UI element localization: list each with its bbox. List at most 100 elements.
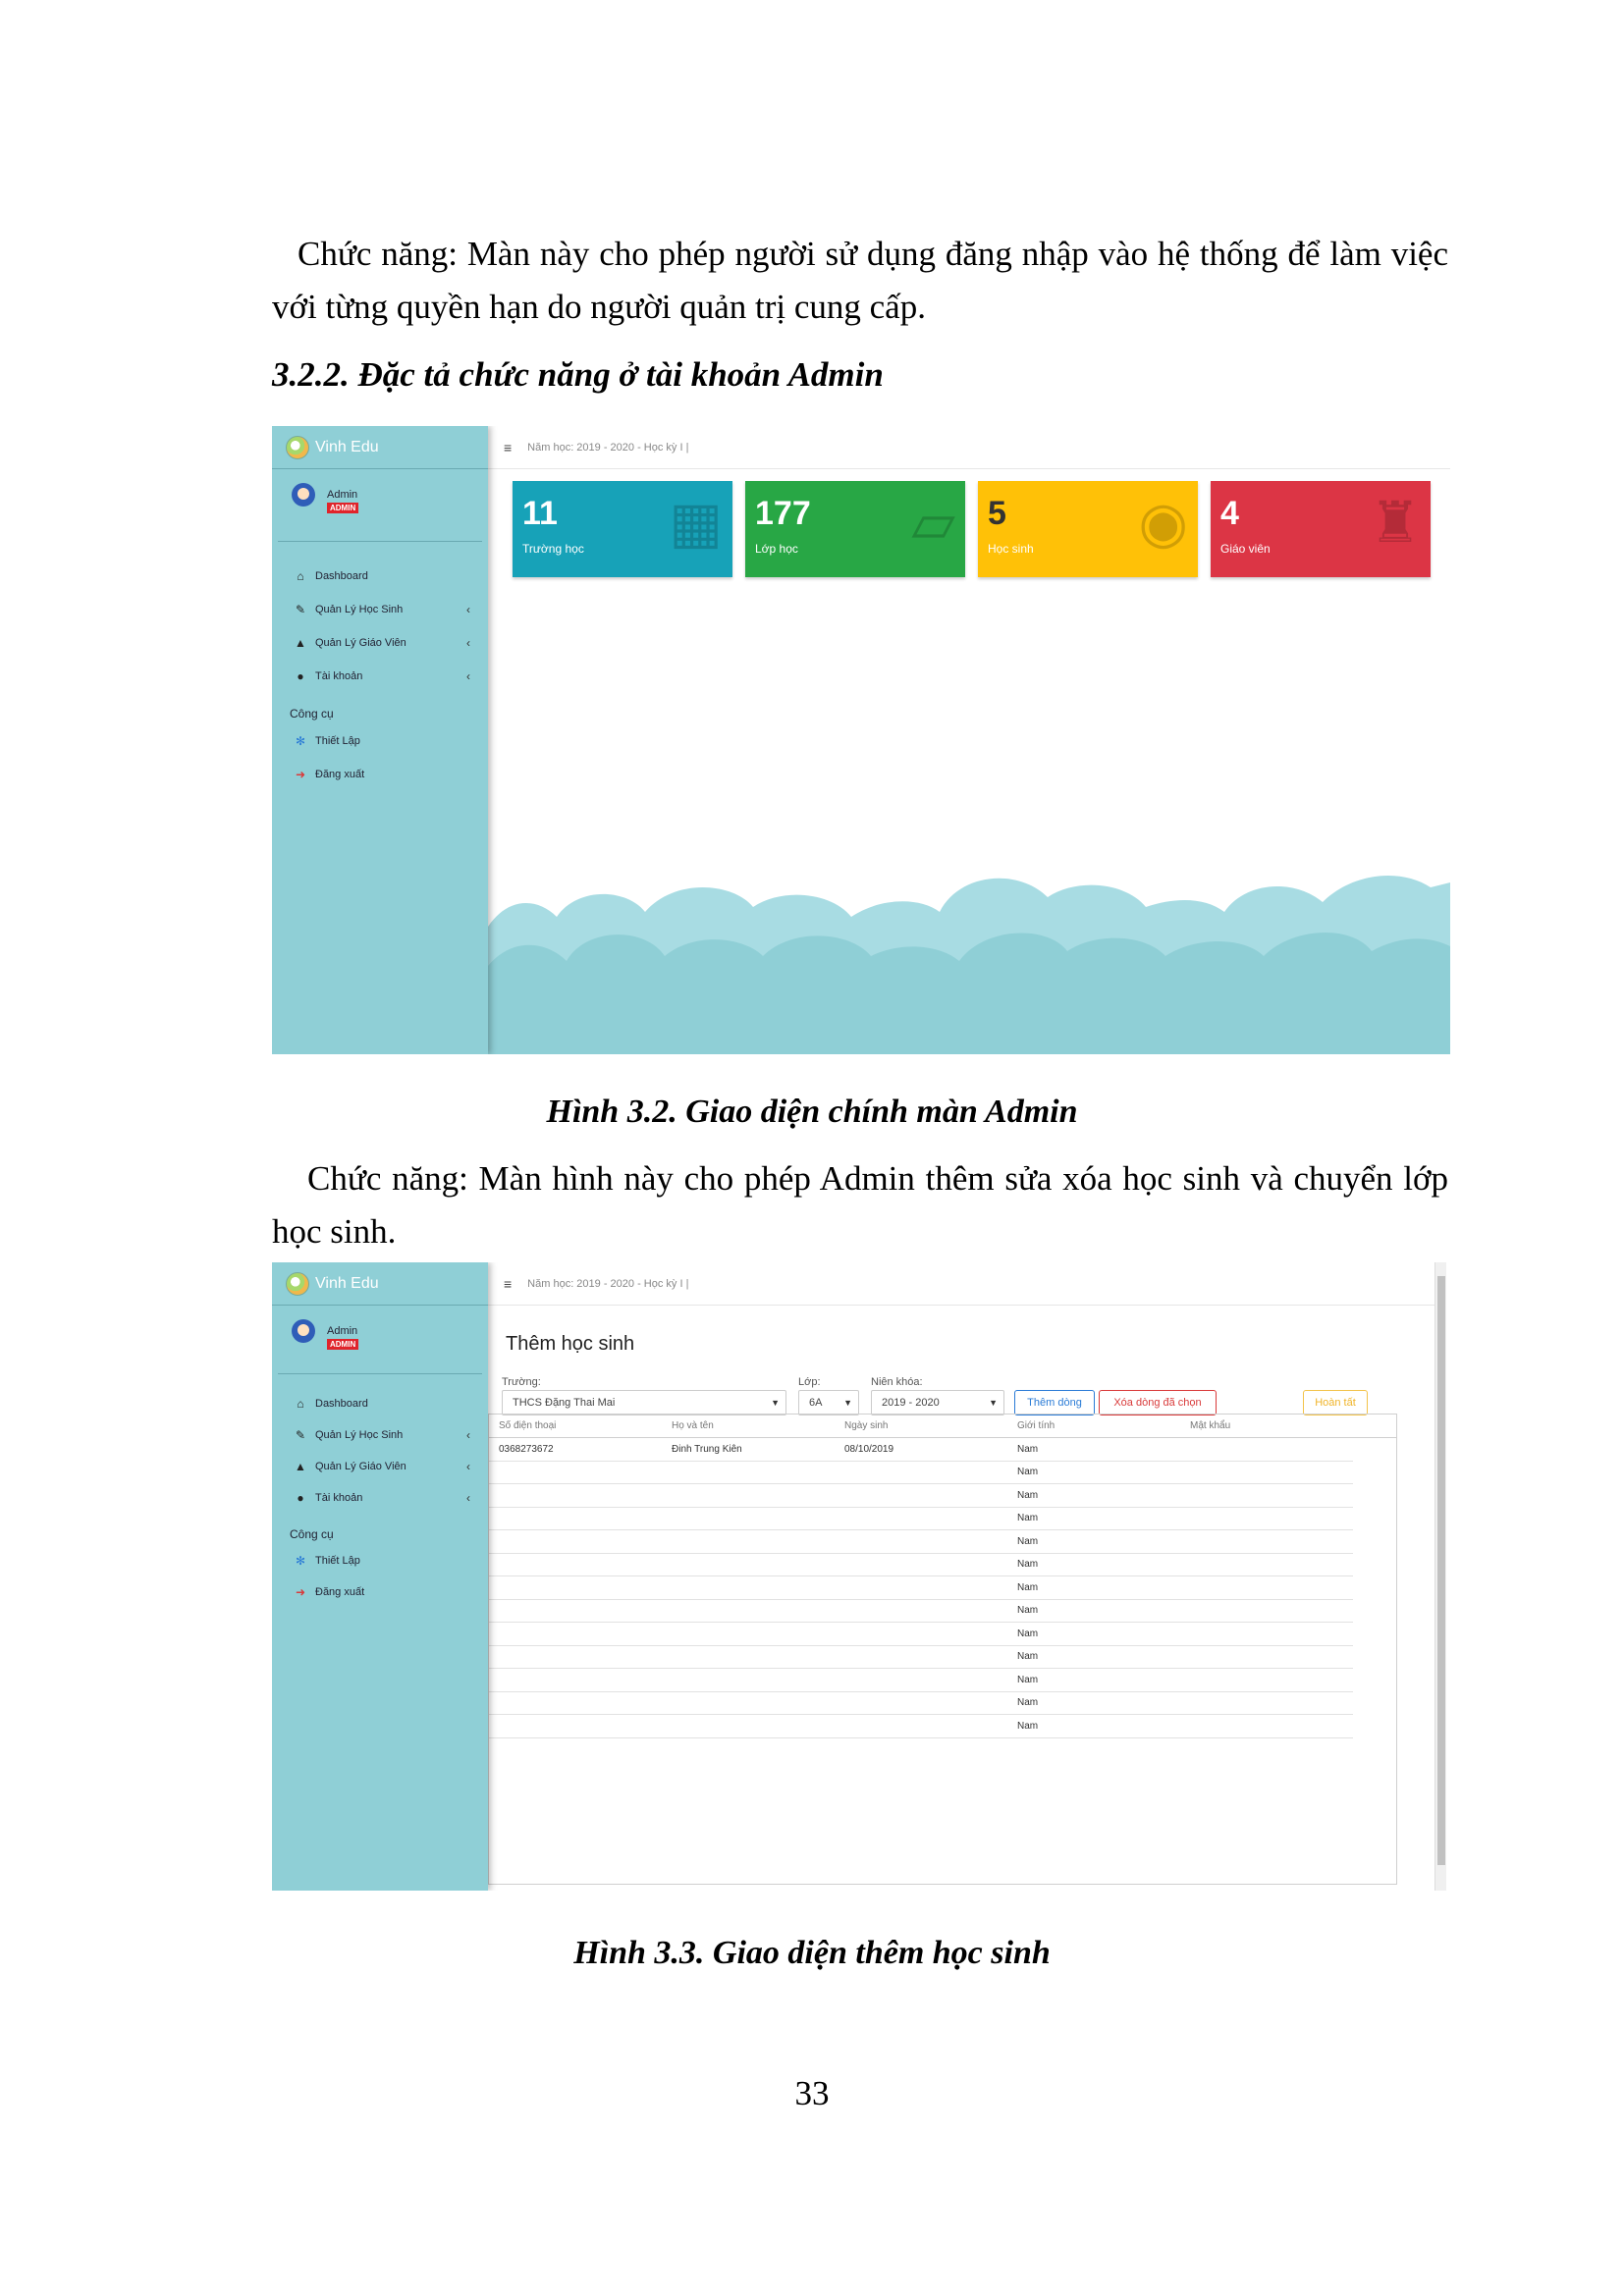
sidebar-item-students[interactable]: ✎ Quản Lý Học Sinh ‹: [272, 1419, 488, 1451]
sidebar-item-account[interactable]: ● Tài khoản ‹: [272, 660, 488, 693]
table-cell[interactable]: [835, 1623, 1007, 1645]
school-year-select[interactable]: 2019 - 2020 ▼: [871, 1390, 1004, 1415]
table-row[interactable]: Nam: [489, 1600, 1353, 1623]
table-cell[interactable]: Nam: [1007, 1576, 1180, 1599]
table-cell[interactable]: [489, 1646, 662, 1669]
table-cell[interactable]: [1180, 1600, 1353, 1623]
table-cell[interactable]: Nam: [1007, 1600, 1180, 1623]
table-cell[interactable]: [662, 1554, 835, 1576]
table-cell[interactable]: [1180, 1669, 1353, 1691]
sidebar-item-settings[interactable]: ✻ Thiết Lập: [272, 1545, 488, 1576]
stat-card-schools[interactable]: 11 Trường học ▦: [513, 481, 732, 577]
column-header[interactable]: Ngày sinh: [835, 1415, 1007, 1437]
column-header[interactable]: Mật khẩu: [1180, 1415, 1353, 1437]
table-cell[interactable]: Nam: [1007, 1508, 1180, 1530]
table-cell[interactable]: [489, 1484, 662, 1507]
table-cell[interactable]: [835, 1508, 1007, 1530]
table-cell[interactable]: Nam: [1007, 1623, 1180, 1645]
table-cell[interactable]: [1180, 1623, 1353, 1645]
delete-selected-rows-button[interactable]: Xóa dòng đã chọn: [1099, 1390, 1217, 1415]
table-cell[interactable]: [489, 1530, 662, 1553]
table-row[interactable]: Nam: [489, 1530, 1353, 1554]
sidebar-item-dashboard[interactable]: ⌂ Dashboard: [272, 1388, 488, 1419]
table-cell[interactable]: [1180, 1554, 1353, 1576]
table-cell[interactable]: [1180, 1692, 1353, 1715]
sidebar-item-teachers[interactable]: ▲ Quản Lý Giáo Viên ‹: [272, 626, 488, 660]
table-cell[interactable]: [835, 1462, 1007, 1484]
table-row[interactable]: Nam: [489, 1692, 1353, 1715]
table-cell[interactable]: Nam: [1007, 1462, 1180, 1484]
table-row[interactable]: Nam: [489, 1669, 1353, 1692]
menu-toggle-icon[interactable]: ≡: [504, 1276, 512, 1292]
table-cell[interactable]: [662, 1623, 835, 1645]
table-cell[interactable]: [662, 1600, 835, 1623]
table-cell[interactable]: Nam: [1007, 1715, 1180, 1737]
table-cell[interactable]: [1180, 1508, 1353, 1530]
table-row[interactable]: Nam: [489, 1623, 1353, 1646]
table-cell[interactable]: [835, 1692, 1007, 1715]
table-row[interactable]: Nam: [489, 1646, 1353, 1669]
table-cell[interactable]: [489, 1600, 662, 1623]
table-cell[interactable]: [835, 1554, 1007, 1576]
scrollbar-thumb[interactable]: [1437, 1276, 1445, 1865]
table-cell[interactable]: [662, 1669, 835, 1691]
table-cell[interactable]: [835, 1715, 1007, 1737]
column-header[interactable]: Số điện thoại: [489, 1415, 662, 1437]
table-cell[interactable]: [1180, 1462, 1353, 1484]
table-cell[interactable]: Đinh Trung Kiên: [662, 1438, 835, 1461]
table-cell[interactable]: Nam: [1007, 1530, 1180, 1553]
table-cell[interactable]: 08/10/2019: [835, 1438, 1007, 1461]
sidebar-item-settings[interactable]: ✻ Thiết Lập: [272, 724, 488, 758]
page-scrollbar[interactable]: [1435, 1262, 1446, 1891]
stat-card-students[interactable]: 5 Học sinh ◉: [978, 481, 1198, 577]
table-row[interactable]: Nam: [489, 1484, 1353, 1508]
sidebar-item-students[interactable]: ✎ Quản Lý Học Sinh ‹: [272, 593, 488, 626]
table-cell[interactable]: [489, 1715, 662, 1737]
brand[interactable]: Vinh Edu: [272, 1262, 488, 1306]
table-row[interactable]: Nam: [489, 1576, 1353, 1600]
table-cell[interactable]: [662, 1576, 835, 1599]
class-select[interactable]: 6A ▼: [798, 1390, 859, 1415]
table-cell[interactable]: [489, 1508, 662, 1530]
table-cell[interactable]: [662, 1692, 835, 1715]
stat-card-classes[interactable]: 177 Lớp học ▱: [745, 481, 965, 577]
add-row-button[interactable]: Thêm dòng: [1014, 1390, 1095, 1415]
stat-card-teachers[interactable]: 4 Giáo viên ♜: [1211, 481, 1431, 577]
table-cell[interactable]: [662, 1508, 835, 1530]
table-row[interactable]: 0368273672 Đinh Trung Kiên 08/10/2019 Nam: [489, 1438, 1353, 1462]
sidebar-item-logout[interactable]: ➜ Đăng xuất: [272, 1576, 488, 1608]
table-cell[interactable]: Nam: [1007, 1646, 1180, 1669]
table-cell[interactable]: [662, 1530, 835, 1553]
table-cell[interactable]: Nam: [1007, 1484, 1180, 1507]
table-cell[interactable]: [835, 1484, 1007, 1507]
table-cell[interactable]: [662, 1462, 835, 1484]
table-cell[interactable]: [1180, 1484, 1353, 1507]
table-cell[interactable]: 0368273672: [489, 1438, 662, 1461]
brand[interactable]: Vinh Edu: [272, 426, 488, 469]
table-cell[interactable]: [489, 1462, 662, 1484]
table-cell[interactable]: [835, 1576, 1007, 1599]
table-cell[interactable]: [662, 1484, 835, 1507]
table-cell[interactable]: [1180, 1530, 1353, 1553]
sidebar-item-dashboard[interactable]: ⌂ Dashboard: [272, 560, 488, 593]
table-cell[interactable]: [489, 1623, 662, 1645]
table-cell[interactable]: [1180, 1646, 1353, 1669]
finish-button[interactable]: Hoàn tất: [1303, 1390, 1368, 1415]
table-row[interactable]: Nam: [489, 1715, 1353, 1738]
column-header[interactable]: Họ và tên: [662, 1415, 835, 1437]
school-select[interactable]: THCS Đặng Thai Mai ▼: [502, 1390, 786, 1415]
column-header[interactable]: Giới tính: [1007, 1415, 1180, 1437]
table-cell[interactable]: Nam: [1007, 1554, 1180, 1576]
table-cell[interactable]: [489, 1692, 662, 1715]
table-cell[interactable]: [1180, 1438, 1353, 1461]
table-cell[interactable]: [835, 1669, 1007, 1691]
table-row[interactable]: Nam: [489, 1462, 1353, 1484]
table-cell[interactable]: [835, 1600, 1007, 1623]
table-cell[interactable]: Nam: [1007, 1438, 1180, 1461]
table-cell[interactable]: [1180, 1576, 1353, 1599]
sidebar-item-teachers[interactable]: ▲ Quản Lý Giáo Viên ‹: [272, 1451, 488, 1482]
table-cell[interactable]: [835, 1646, 1007, 1669]
table-cell[interactable]: [489, 1669, 662, 1691]
table-cell[interactable]: [1180, 1715, 1353, 1737]
sidebar-item-logout[interactable]: ➜ Đăng xuất: [272, 758, 488, 791]
